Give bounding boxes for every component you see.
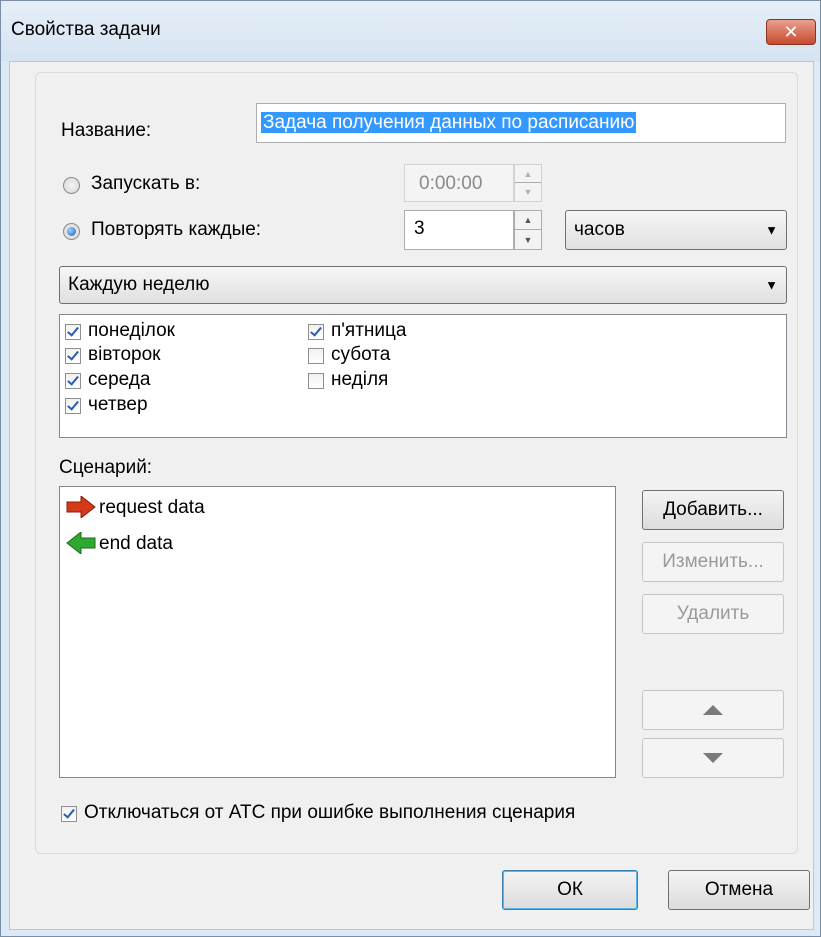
name-label: Название: — [61, 120, 152, 141]
arrow-down-icon — [703, 753, 723, 763]
arrow-up-icon — [703, 705, 723, 715]
run-at-time-value: 0:00:00 — [419, 173, 483, 194]
disconnect-label: Отключаться от АТС при ошибке выполнения… — [84, 802, 576, 823]
edit-button[interactable]: Изменить... — [642, 542, 784, 582]
move-up-button[interactable] — [642, 690, 784, 730]
red-arrow-right-icon — [66, 496, 96, 518]
repeat-interval-value: 3 — [414, 218, 425, 239]
days-list: понеділок вівторок середа четвер п'ятниц… — [59, 314, 787, 438]
list-item[interactable]: end data — [65, 531, 605, 557]
name-input-value: Задача получения данных по расписанию — [261, 112, 637, 133]
scenario-label: Сценарий: — [59, 457, 153, 478]
day-label-saturday: субота — [331, 344, 391, 365]
day-label-tuesday: вівторок — [88, 344, 161, 365]
disconnect-checkbox[interactable] — [61, 806, 77, 822]
day-checkbox-tuesday[interactable] — [65, 348, 81, 364]
scenario-list[interactable]: request data end data — [59, 486, 616, 778]
green-arrow-left-icon — [66, 532, 96, 554]
repeat-spinner[interactable]: ▲ ▼ — [514, 210, 542, 250]
repeat-label: Повторять каждые: — [91, 219, 262, 240]
day-label-monday: понеділок — [88, 320, 175, 341]
run-at-spinner[interactable]: ▲ ▼ — [514, 164, 542, 202]
close-button[interactable]: ✕ — [766, 19, 816, 45]
day-checkbox-friday[interactable] — [308, 324, 324, 340]
dialog-client-area: Название: Задача получения данных по рас… — [9, 61, 814, 930]
dialog-window: Свойства задачи ✕ Название: Задача получ… — [0, 0, 821, 937]
title-bar[interactable]: Свойства задачи ✕ — [1, 1, 820, 61]
spin-up-icon[interactable]: ▲ — [515, 165, 541, 183]
delete-button[interactable]: Удалить — [642, 594, 784, 634]
day-label-friday: п'ятница — [331, 320, 407, 341]
day-checkbox-thursday[interactable] — [65, 398, 81, 414]
chevron-down-icon: ▼ — [765, 222, 778, 238]
schedule-mode-dropdown[interactable]: Каждую неделю ▼ — [59, 266, 787, 304]
spin-up-icon[interactable]: ▲ — [515, 211, 541, 230]
run-at-radio[interactable] — [63, 177, 80, 194]
repeat-interval-input[interactable]: 3 — [404, 210, 514, 250]
move-down-button[interactable] — [642, 738, 784, 778]
day-label-sunday: неділя — [331, 369, 389, 390]
run-at-time-input[interactable]: 0:00:00 — [404, 164, 514, 202]
day-label-wednesday: середа — [88, 369, 151, 390]
scenario-item-label: end data — [99, 533, 173, 554]
schedule-mode-value: Каждую неделю — [68, 274, 210, 295]
close-icon: ✕ — [783, 21, 799, 43]
repeat-radio[interactable] — [63, 223, 80, 240]
day-checkbox-sunday[interactable] — [308, 373, 324, 389]
day-label-thursday: четвер — [88, 394, 148, 415]
window-title: Свойства задачи — [11, 19, 161, 40]
day-checkbox-saturday[interactable] — [308, 348, 324, 364]
spin-down-icon[interactable]: ▼ — [515, 230, 541, 249]
ok-button[interactable]: ОК — [502, 870, 638, 910]
name-input[interactable]: Задача получения данных по расписанию — [256, 103, 786, 143]
task-properties-group: Название: Задача получения данных по рас… — [35, 72, 798, 854]
run-at-label: Запускать в: — [91, 173, 201, 194]
repeat-unit-value: часов — [574, 219, 625, 240]
add-button[interactable]: Добавить... — [642, 490, 784, 530]
repeat-unit-dropdown[interactable]: часов ▼ — [565, 210, 787, 250]
chevron-down-icon: ▼ — [765, 277, 778, 293]
day-checkbox-wednesday[interactable] — [65, 373, 81, 389]
cancel-button[interactable]: Отмена — [668, 870, 810, 910]
scenario-item-label: request data — [99, 497, 205, 518]
spin-down-icon[interactable]: ▼ — [515, 183, 541, 201]
list-item[interactable]: request data — [65, 495, 605, 521]
day-checkbox-monday[interactable] — [65, 324, 81, 340]
